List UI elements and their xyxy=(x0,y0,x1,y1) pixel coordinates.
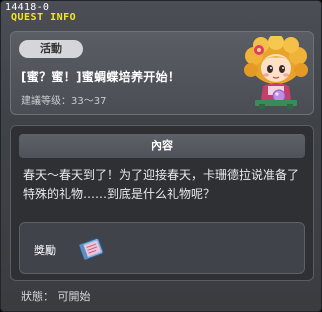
quest-description: 春天～春天到了！为了迎接春天，卡珊德拉说准备了特殊的礼物……到底是什么礼物呢？ xyxy=(23,168,300,201)
reward-label: 獎勵 xyxy=(34,244,56,257)
quest-name: [蜜？蜜！]蜜蜩蝶培养开始！ xyxy=(21,70,181,84)
quest-status: 狀態： 可開始 xyxy=(21,290,91,303)
quest-content-panel: 內容 春天～春天到了！为了迎接春天，卡珊德拉说准备了特殊的礼物……到底是什么礼物… xyxy=(10,125,314,281)
quest-info-window: 14418-0 QUEST INFO 活動 [蜜？蜜！]蜜蜩蝶培养开始！ 建議等… xyxy=(0,0,322,312)
event-tag: 活動 xyxy=(19,40,83,58)
book-item-icon[interactable] xyxy=(76,233,106,263)
quest-summary-panel: 活動 [蜜？蜜！]蜜蜩蝶培养开始！ 建議等级：33～37 xyxy=(10,31,314,115)
level-requirement: 建議等级：33～37 xyxy=(21,96,107,107)
window-title: QUEST INFO xyxy=(11,12,77,23)
reward-box: 獎勵 xyxy=(19,222,305,274)
npc-girl-portrait-icon xyxy=(244,36,308,109)
content-header: 內容 xyxy=(19,134,305,158)
title-bar[interactable]: 14418-0 QUEST INFO xyxy=(1,1,321,25)
